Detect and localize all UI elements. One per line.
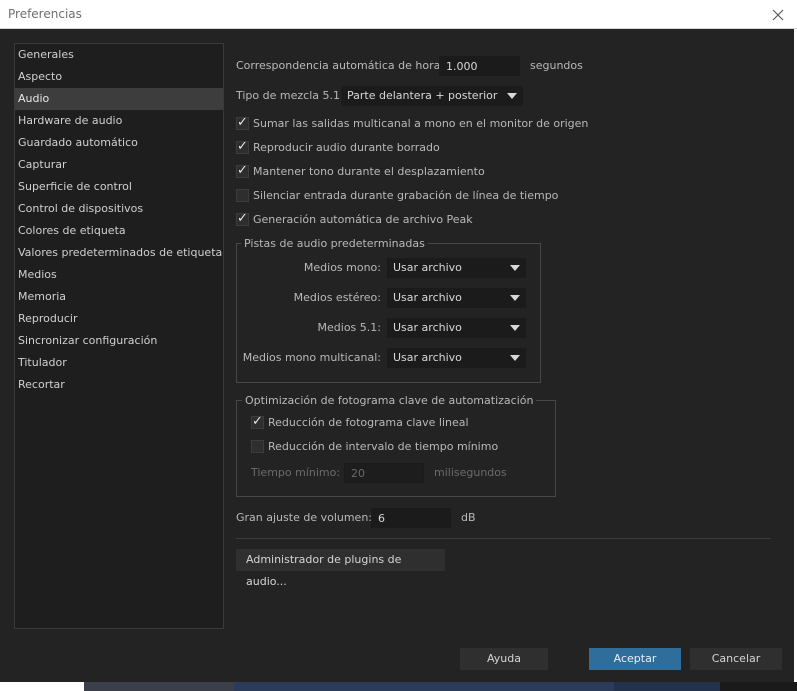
check-icon: ✓ bbox=[237, 210, 248, 226]
peak-files-checkbox[interactable]: ✓ bbox=[236, 210, 249, 226]
sidebar-item-valores-predeterminados-de-etiqueta[interactable]: Valores predeterminados de etiqueta bbox=[15, 242, 223, 264]
mono-multichannel-dropdown[interactable]: Usar archivo bbox=[387, 348, 526, 368]
mono-media-label: Medios mono: bbox=[303, 261, 381, 274]
min-time-unit: milisegundos bbox=[434, 466, 507, 479]
maintain-pitch-checkbox[interactable]: ✓ bbox=[236, 162, 249, 178]
close-icon bbox=[772, 9, 784, 20]
sum-multichannel-checkbox[interactable]: ✓ bbox=[236, 114, 249, 130]
audio-plugin-manager-button[interactable]: Administrador de plugins de audio... bbox=[236, 549, 445, 588]
sidebar-item-aspecto[interactable]: Aspecto bbox=[15, 66, 223, 88]
sidebar-item-medios[interactable]: Medios bbox=[15, 264, 223, 286]
mute-input-label: Silenciar entrada durante grabación de l… bbox=[253, 188, 559, 202]
background-window-strip bbox=[0, 682, 797, 691]
background-segment bbox=[234, 682, 614, 691]
mono-media-dropdown[interactable]: Usar archivo bbox=[387, 258, 526, 278]
default-tracks-legend: Pistas de audio predeterminadas bbox=[241, 237, 428, 250]
volume-input[interactable]: 6 bbox=[371, 508, 451, 528]
check-icon: ✓ bbox=[237, 114, 248, 130]
sidebar-item-reproducir[interactable]: Reproducir bbox=[15, 308, 223, 330]
sidebar-item-control-de-dispositivos[interactable]: Control de dispositivos bbox=[15, 198, 223, 220]
mono-multichannel-label: Medios mono multicanal: bbox=[242, 351, 381, 364]
mix-51-dropdown[interactable]: Parte delantera + posterior bbox=[341, 86, 523, 106]
checkbox-row-min-interval[interactable]: Reducción de intervalo de tiempo mínimo bbox=[251, 437, 498, 455]
mix-51-label: Tipo de mezcla 5.1: bbox=[236, 89, 344, 102]
mono-multichannel-value: Usar archivo bbox=[393, 351, 462, 364]
sum-multichannel-label: Sumar las salidas multicanal a mono en e… bbox=[253, 116, 589, 130]
media-51-value: Usar archivo bbox=[393, 321, 462, 334]
preferences-sidebar: Generales Aspecto Audio Hardware de audi… bbox=[14, 43, 224, 629]
media-51-label: Medios 5.1: bbox=[317, 321, 381, 334]
checkbox-row-sum-multichannel[interactable]: ✓ Sumar las salidas multicanal a mono en… bbox=[236, 114, 588, 132]
help-button[interactable]: Ayuda bbox=[460, 648, 548, 670]
time-match-input[interactable]: 1.000 bbox=[439, 56, 520, 76]
checkbox-row-maintain-pitch[interactable]: ✓ Mantener tono durante el desplazamient… bbox=[236, 162, 485, 180]
window-title: Preferencias bbox=[8, 7, 82, 21]
stereo-media-value: Usar archivo bbox=[393, 291, 462, 304]
chevron-down-icon bbox=[510, 355, 520, 361]
sidebar-item-capturar[interactable]: Capturar bbox=[15, 154, 223, 176]
peak-files-label: Generación automática de archivo Peak bbox=[253, 212, 473, 226]
ok-button[interactable]: Aceptar bbox=[589, 648, 681, 670]
chevron-down-icon bbox=[510, 325, 520, 331]
sidebar-item-generales[interactable]: Generales bbox=[15, 44, 223, 66]
sidebar-item-recortar[interactable]: Recortar bbox=[15, 374, 223, 396]
stereo-media-dropdown[interactable]: Usar archivo bbox=[387, 288, 526, 308]
cancel-button[interactable]: Cancelar bbox=[690, 648, 782, 670]
sidebar-item-superficie-de-control[interactable]: Superficie de control bbox=[15, 176, 223, 198]
keyframe-optimization-legend: Optimización de fotograma clave de autom… bbox=[242, 394, 537, 407]
sidebar-item-audio[interactable]: Audio bbox=[15, 88, 223, 110]
time-match-label: Correspondencia automática de hora: bbox=[236, 59, 445, 72]
sidebar-item-titulador[interactable]: Titulador bbox=[15, 352, 223, 374]
volume-label: Gran ajuste de volumen: bbox=[236, 511, 373, 524]
checkbox-row-mute-input[interactable]: Silenciar entrada durante grabación de l… bbox=[236, 186, 558, 204]
linear-keyframe-label: Reducción de fotograma clave lineal bbox=[268, 415, 469, 429]
checkbox-row-linear-keyframe[interactable]: ✓ Reducción de fotograma clave lineal bbox=[251, 413, 469, 431]
mix-51-value: Parte delantera + posterior bbox=[347, 89, 498, 102]
close-button[interactable] bbox=[759, 0, 797, 29]
min-interval-label: Reducción de intervalo de tiempo mínimo bbox=[268, 439, 499, 453]
maintain-pitch-label: Mantener tono durante el desplazamiento bbox=[253, 164, 485, 178]
play-audio-scrub-label: Reproducir audio durante borrado bbox=[253, 140, 440, 154]
sidebar-item-hardware-de-audio[interactable]: Hardware de audio bbox=[15, 110, 223, 132]
min-interval-checkbox[interactable] bbox=[251, 439, 264, 453]
background-segment bbox=[614, 682, 720, 691]
checkbox-row-play-audio-scrub[interactable]: ✓ Reproducir audio durante borrado bbox=[236, 138, 440, 156]
mute-input-checkbox[interactable] bbox=[236, 188, 249, 202]
check-icon: ✓ bbox=[252, 413, 263, 429]
background-segment bbox=[0, 682, 84, 691]
sidebar-item-memoria[interactable]: Memoria bbox=[15, 286, 223, 308]
sidebar-item-colores-de-etiqueta[interactable]: Colores de etiqueta bbox=[15, 220, 223, 242]
media-51-dropdown[interactable]: Usar archivo bbox=[387, 318, 526, 338]
chevron-down-icon bbox=[507, 93, 517, 99]
time-match-unit: segundos bbox=[530, 59, 583, 72]
check-icon: ✓ bbox=[237, 138, 248, 154]
stereo-media-label: Medios estéreo: bbox=[293, 291, 381, 304]
sidebar-item-guardado-automatico[interactable]: Guardado automático bbox=[15, 132, 223, 154]
chevron-down-icon bbox=[510, 295, 520, 301]
min-time-input[interactable]: 20 bbox=[344, 463, 424, 483]
chevron-down-icon bbox=[510, 265, 520, 271]
volume-unit: dB bbox=[461, 511, 476, 524]
min-time-label: Tiempo mínimo: bbox=[251, 466, 341, 479]
play-audio-scrub-checkbox[interactable]: ✓ bbox=[236, 138, 249, 154]
sidebar-item-sincronizar-configuracion[interactable]: Sincronizar configuración bbox=[15, 330, 223, 352]
checkbox-row-peak-files[interactable]: ✓ Generación automática de archivo Peak bbox=[236, 210, 473, 228]
divider bbox=[236, 538, 771, 539]
check-icon: ✓ bbox=[237, 162, 248, 178]
title-bar: Preferencias bbox=[0, 0, 797, 29]
background-segment bbox=[84, 682, 234, 691]
mono-media-value: Usar archivo bbox=[393, 261, 462, 274]
linear-keyframe-checkbox[interactable]: ✓ bbox=[251, 413, 264, 429]
